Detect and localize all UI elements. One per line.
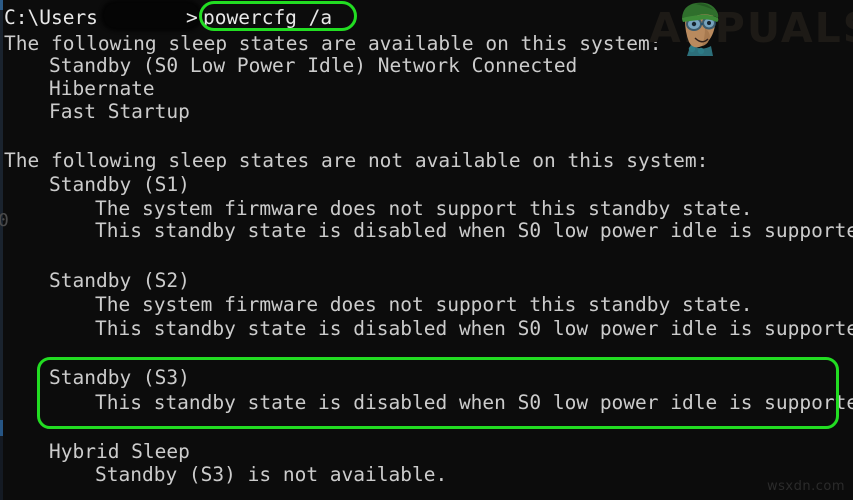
- output-line: Standby (S3) is not available.: [95, 463, 448, 486]
- output-line: Standby (S2): [49, 269, 190, 292]
- console-output-area[interactable]: C:\Users > powercfg /a The following sle…: [0, 0, 853, 500]
- redacted-username-blob: [104, 3, 199, 28]
- site-watermark: wsxdn.com: [767, 479, 845, 494]
- output-line: Fast Startup: [49, 100, 190, 123]
- output-line: This standby state is disabled when S0 l…: [95, 317, 853, 340]
- prompt-separator: >: [186, 6, 198, 29]
- output-line: The following sleep states are available…: [4, 32, 662, 55]
- output-line-s3-detail: This standby state is disabled when S0 l…: [95, 391, 853, 414]
- output-line: The following sleep states are not avail…: [4, 149, 709, 172]
- output-line: Standby (S0 Low Power Idle) Network Conn…: [49, 54, 578, 77]
- command-text: powercfg /a: [203, 6, 333, 29]
- output-line-s3: Standby (S3): [49, 366, 190, 389]
- output-line: Hybrid Sleep: [49, 440, 190, 463]
- command-prompt-window: C:\Users > powercfg /a The following sle…: [0, 0, 853, 500]
- output-line: This standby state is disabled when S0 l…: [95, 219, 853, 242]
- prompt-path: C:\Users: [4, 6, 98, 29]
- edge-glyph-artifact: 0: [0, 210, 9, 231]
- output-line: The system firmware does not support thi…: [95, 197, 753, 220]
- output-line: Hibernate: [49, 77, 155, 100]
- output-line: Standby (S1): [49, 173, 190, 196]
- appuals-watermark: APPUALS: [649, 2, 853, 56]
- output-line: The system firmware does not support thi…: [95, 293, 753, 316]
- appuals-mascot-icon: [682, 2, 719, 56]
